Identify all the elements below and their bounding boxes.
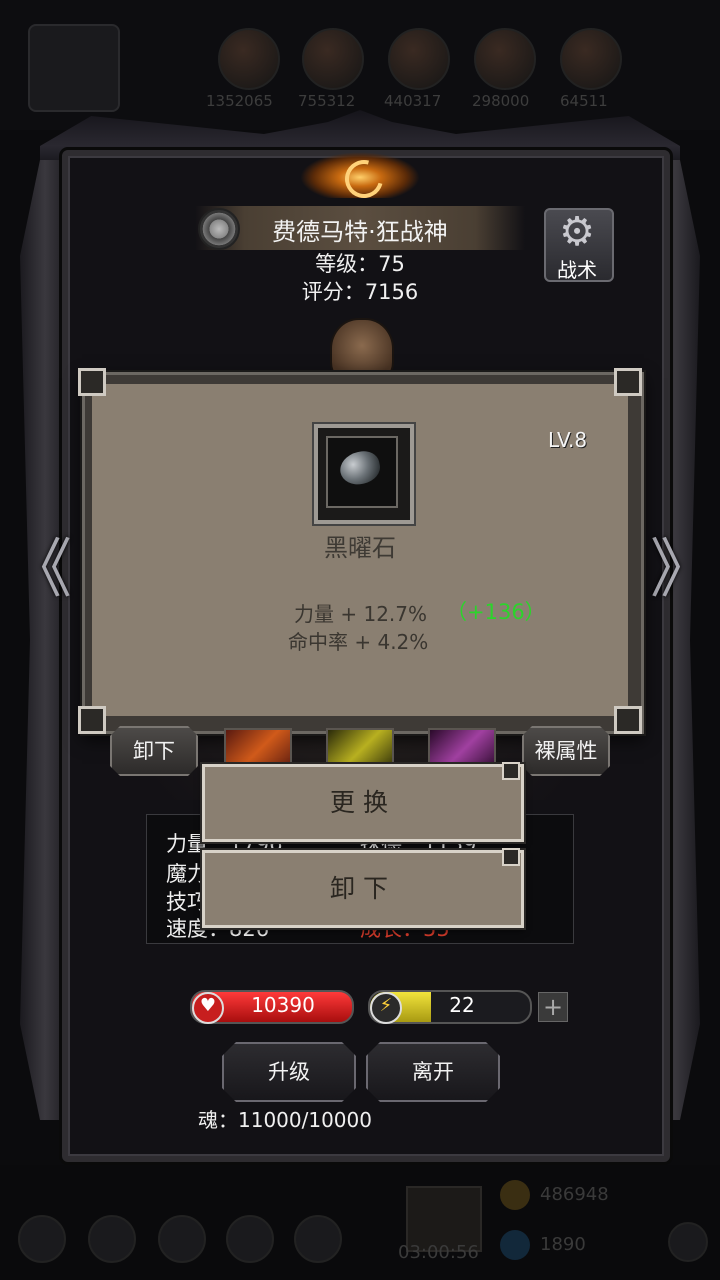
resource-count: 64511 bbox=[560, 92, 608, 110]
hero-score: 评分：7156 bbox=[301, 280, 419, 304]
resource-icon bbox=[388, 28, 450, 90]
item-name: 黑曜石 bbox=[324, 534, 396, 562]
hero-name: 费德马特·狂战神 bbox=[272, 218, 448, 246]
resource-count: 755312 bbox=[298, 92, 356, 110]
unequip-all-button[interactable]: 卸下 bbox=[110, 726, 198, 776]
resource-count: 1352065 bbox=[206, 92, 273, 110]
resource-count: 298000 bbox=[472, 92, 530, 110]
item-level: LV.8 bbox=[548, 428, 588, 452]
gold-count: 486948 bbox=[540, 1184, 609, 1205]
timer-text: 03:00:56 bbox=[398, 1242, 479, 1263]
replace-button[interactable]: 更换 bbox=[202, 764, 524, 842]
next-hero-arrow[interactable]: 》 bbox=[650, 530, 714, 610]
upgrade-button[interactable]: 升级 bbox=[222, 1042, 356, 1102]
unequip-button[interactable]: 卸下 bbox=[202, 850, 524, 928]
resource-icon bbox=[560, 28, 622, 90]
hp-value: 10390 bbox=[251, 993, 315, 1017]
add-energy-button[interactable]: + bbox=[538, 992, 568, 1022]
resource-count: 440317 bbox=[384, 92, 442, 110]
bottom-menu-icon bbox=[88, 1215, 136, 1263]
lightning-glyph-icon: ⚡ bbox=[379, 995, 393, 1016]
leave-button[interactable]: 离开 bbox=[366, 1042, 500, 1102]
popup-corner bbox=[614, 368, 642, 396]
diamond-icon bbox=[500, 1230, 530, 1260]
item-stat-accuracy: 命中率 + 4.2% bbox=[288, 630, 429, 654]
bottom-menu-icon bbox=[158, 1215, 206, 1263]
menu-corner bbox=[502, 762, 520, 780]
gold-icon bbox=[500, 1180, 530, 1210]
item-stat-strength: 力量 + 12.7% bbox=[294, 602, 428, 626]
resource-icon bbox=[474, 28, 536, 90]
popup-corner bbox=[614, 706, 642, 734]
energy-value: 22 bbox=[449, 993, 475, 1017]
prev-hero-arrow[interactable]: 《 bbox=[8, 530, 72, 610]
resource-icon bbox=[218, 28, 280, 90]
soul-counter: 魂：11000/10000 bbox=[198, 1108, 372, 1132]
base-attributes-button[interactable]: 裸属性 bbox=[522, 726, 610, 776]
resource-icon bbox=[302, 28, 364, 90]
bottom-menu-icon bbox=[18, 1215, 66, 1263]
diamond-count: 1890 bbox=[540, 1234, 586, 1255]
menu-corner bbox=[502, 848, 520, 866]
add-icon bbox=[668, 1222, 708, 1262]
popup-corner bbox=[78, 706, 106, 734]
item-stat-bonus: （+136） bbox=[446, 600, 546, 624]
popup-corner bbox=[78, 368, 106, 396]
player-avatar bbox=[28, 24, 120, 112]
bottom-menu-icon bbox=[294, 1215, 342, 1263]
hero-level: 等级：75 bbox=[315, 252, 405, 276]
bottom-menu-icon bbox=[226, 1215, 274, 1263]
